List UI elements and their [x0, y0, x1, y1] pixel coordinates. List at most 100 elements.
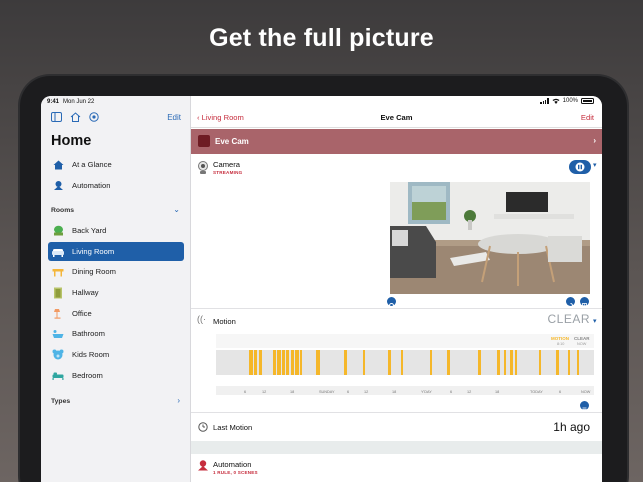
motion-event-bar [447, 350, 450, 375]
camera-badge-icon [198, 135, 210, 147]
motion-state[interactable]: CLEAR [547, 312, 590, 326]
last-motion-value: 1h ago [553, 420, 590, 434]
axis-tick-label: Y'DAY [421, 390, 432, 394]
legend-motion-time: 8:10 [557, 342, 564, 346]
automation-icon [198, 460, 208, 471]
sidebar-toggle-icon[interactable] [51, 112, 62, 122]
sidebar-item-dining-room[interactable]: Dining Room [48, 262, 184, 281]
sidebar-item-label: Bathroom [72, 329, 105, 338]
automation-icon [52, 180, 64, 192]
axis-tick-label: 6 [244, 390, 246, 394]
sidebar-edit-button[interactable]: Edit [167, 113, 181, 122]
camera-icon [198, 161, 208, 174]
sidebar-item-office[interactable]: Office [48, 304, 184, 323]
motion-event-bar [497, 350, 500, 375]
motion-event-bar [344, 350, 347, 375]
chevron-down-icon[interactable]: ▾ [593, 317, 597, 325]
axis-tick-label: 12 [364, 390, 368, 394]
ipad-screen: 9:41 Mon Jun 22 100% Edit Home At a Glan… [41, 96, 602, 482]
home-icon[interactable] [70, 112, 81, 122]
camera-status: STREAMING [213, 170, 243, 175]
automation-summary: 1 RULE, 0 SCENES [213, 470, 258, 475]
axis-tick-label: 6 [450, 390, 452, 394]
motion-event-bar [282, 350, 285, 375]
legend-clear: CLEAR [574, 336, 590, 341]
motion-event-bar [249, 350, 253, 375]
rooms-section-header[interactable]: Rooms [51, 207, 74, 214]
motion-timeline[interactable]: MOTION 8:10 CLEAR NOW 6 12 18 SUNDAY 6 12 18 Y'… [216, 334, 594, 400]
chevron-right-icon: › [593, 136, 596, 145]
axis-tick-label: 18 [495, 390, 499, 394]
sidebar-item-living-room[interactable]: Living Room [48, 242, 184, 261]
last-motion-label: Last Motion [213, 423, 253, 432]
axis-tick-label: SUNDAY [319, 390, 335, 394]
axis-tick-label: 6 [559, 390, 561, 394]
nav-bar: Eve Cam ‹ Living Room Edit [191, 108, 602, 128]
sidebar-item-label: At a Glance [72, 160, 112, 169]
axis-tick-label: 12 [467, 390, 471, 394]
motion-event-bar [510, 350, 513, 375]
pause-button[interactable] [569, 160, 591, 174]
motion-event-bar [515, 350, 517, 375]
motion-event-bar [300, 350, 302, 375]
motion-event-bar [568, 350, 570, 375]
sidebar-item-label: Back Yard [72, 226, 107, 235]
refresh-button[interactable] [566, 297, 575, 308]
scenes-icon[interactable] [89, 112, 99, 122]
legend-motion: MOTION [551, 336, 569, 341]
back-label: Living Room [201, 113, 244, 122]
motion-event-bar [316, 350, 320, 375]
sidebar-toolbar [51, 112, 99, 122]
motion-event-bar [254, 350, 257, 375]
timeline-background [216, 334, 594, 348]
back-button[interactable]: ‹ Living Room [197, 113, 244, 122]
shower-icon [52, 328, 64, 340]
teddy-icon [52, 349, 64, 361]
sidebar-item-label: Dining Room [72, 267, 116, 276]
accessory-header[interactable]: Eve Cam › [191, 129, 602, 154]
motion-event-bar [539, 350, 541, 375]
chevron-down-icon[interactable]: ⌄ [173, 205, 180, 214]
axis-tick-label: 6 [347, 390, 349, 394]
accessory-name: Eve Cam [215, 137, 249, 146]
sidebar: Edit Home At a Glance Automation Rooms ⌄… [41, 96, 191, 482]
detail-panel: Eve Cam ‹ Living Room Edit Eve Cam › Cam… [191, 96, 602, 482]
battery-icon [581, 98, 594, 104]
grid-view-button[interactable] [580, 297, 589, 308]
status-date: Mon Jun 22 [63, 99, 95, 105]
legend-clear-time: NOW [577, 342, 587, 346]
camera-snapshot[interactable] [390, 182, 590, 294]
headline: Get the full picture [209, 24, 434, 52]
tree-icon [52, 225, 64, 237]
motion-event-bar [478, 350, 481, 375]
bed-icon [52, 370, 64, 382]
sidebar-item-bedroom[interactable]: Bedroom [48, 366, 184, 385]
nav-title: Eve Cam [380, 113, 413, 122]
sidebar-item-kids-room[interactable]: Kids Room [48, 345, 184, 364]
chevron-down-icon[interactable]: ▾ [593, 161, 597, 169]
axis-tick-label: 18 [290, 390, 294, 394]
automation-label: Automation [213, 460, 252, 469]
chevron-right-icon[interactable]: › [177, 396, 180, 405]
sidebar-item-at-a-glance[interactable]: At a Glance [48, 155, 184, 174]
sidebar-item-automation[interactable]: Automation [48, 176, 184, 195]
sidebar-item-back-yard[interactable]: Back Yard [48, 221, 184, 240]
sidebar-item-bathroom[interactable]: Bathroom [48, 324, 184, 343]
house-icon [52, 159, 64, 171]
motion-event-bar [286, 350, 289, 375]
history-list-button[interactable] [580, 401, 589, 412]
types-section-header[interactable]: Types [51, 398, 70, 405]
motion-event-bar [556, 350, 559, 375]
divider [191, 308, 602, 309]
door-icon [52, 287, 64, 299]
sidebar-item-hallway[interactable]: Hallway [48, 283, 184, 302]
motion-event-bar [430, 350, 432, 375]
motion-event-bar [295, 350, 299, 375]
motion-event-bar [388, 350, 391, 375]
edit-button[interactable]: Edit [581, 113, 594, 122]
lamp-icon [52, 308, 64, 320]
camera-label: Camera [213, 160, 241, 169]
camera-settings-button[interactable] [387, 297, 396, 308]
motion-label: Motion [213, 317, 236, 326]
status-time: 9:41 [47, 99, 60, 105]
